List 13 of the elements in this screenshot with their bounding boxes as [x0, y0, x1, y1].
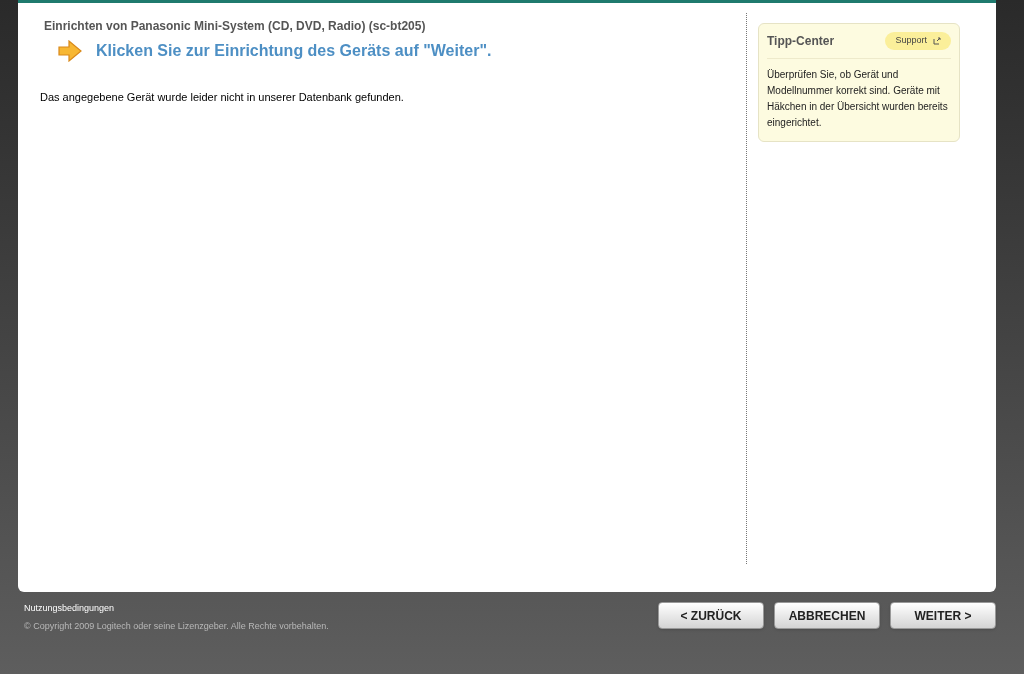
- tip-text: Überprüfen Sie, ob Gerät und Modellnummer korrekt sind. Geräte mit Häkchen in der Übersicht wurden bereits eingerichtet.: [767, 68, 949, 130]
- nav-button[interactable]: ABBRECHEN: [774, 602, 880, 629]
- external-link-icon: [933, 37, 941, 45]
- window-title: Einrichten von Panasonic Mini-System (CD, DVD, Radio) (sc-bt205): [44, 18, 427, 35]
- tip-center-title: Tipp-Center: [767, 33, 835, 50]
- terms-link[interactable]: Nutzungsbedingungen: [24, 602, 329, 616]
- nav-button[interactable]: WEITER >: [890, 602, 996, 629]
- instruction-heading: Klicken Sie zur Einrichtung des Geräts auf "Weiter".: [96, 41, 492, 61]
- nav-button[interactable]: < ZURÜCK: [658, 602, 764, 629]
- support-button[interactable]: Support: [885, 32, 951, 50]
- error-message: Das angegebene Gerät wurde leider nicht in unserer Datenbank gefunden.: [40, 90, 405, 105]
- copyright-text: © Copyright 2009 Logitech oder seine Lizenzgeber. Alle Rechte vorbehalten.: [24, 619, 329, 633]
- arrow-right-icon: [58, 40, 82, 62]
